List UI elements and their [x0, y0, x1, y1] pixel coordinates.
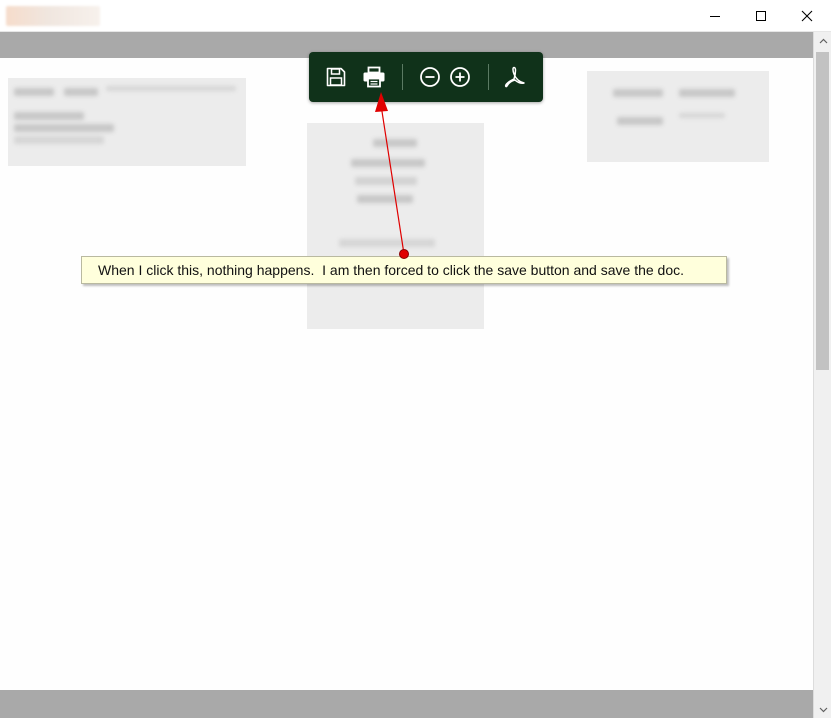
document-page	[0, 58, 813, 690]
zoom-in-icon	[450, 67, 470, 87]
document-viewport[interactable]	[0, 32, 813, 718]
annotation-text: When I click this, nothing happens. I am…	[98, 262, 685, 278]
scroll-up-button[interactable]	[814, 32, 831, 49]
close-icon	[801, 10, 813, 21]
vertical-scrollbar[interactable]	[813, 32, 831, 718]
app-logo	[6, 6, 100, 26]
printer-icon	[363, 66, 385, 88]
scroll-down-button[interactable]	[814, 701, 831, 718]
pdf-button[interactable]	[500, 62, 530, 92]
zoom-out-button[interactable]	[415, 62, 445, 92]
zoom-out-icon	[420, 67, 440, 87]
floppy-disk-icon	[326, 67, 346, 87]
maximize-icon	[756, 10, 766, 21]
close-button[interactable]	[784, 0, 830, 31]
document-toolbar	[309, 52, 543, 102]
scroll-thumb[interactable]	[816, 52, 829, 370]
page-gap-bottom	[0, 690, 813, 718]
save-button[interactable]	[321, 62, 351, 92]
chevron-up-icon	[819, 38, 827, 43]
toolbar-separator	[402, 64, 403, 90]
blurred-address-block	[8, 78, 246, 166]
title-bar	[0, 0, 831, 32]
app-window: When I click this, nothing happens. I am…	[0, 0, 831, 718]
blurred-center-block	[307, 123, 484, 329]
zoom-in-button[interactable]	[445, 62, 475, 92]
annotation-callout: When I click this, nothing happens. I am…	[81, 256, 727, 284]
print-button[interactable]	[359, 62, 389, 92]
minimize-icon	[710, 15, 720, 17]
acrobat-pdf-icon	[504, 66, 525, 88]
minimize-button[interactable]	[692, 0, 738, 31]
chevron-down-icon	[819, 707, 827, 712]
maximize-button[interactable]	[738, 0, 784, 31]
toolbar-separator	[488, 64, 489, 90]
blurred-info-block	[587, 71, 769, 162]
